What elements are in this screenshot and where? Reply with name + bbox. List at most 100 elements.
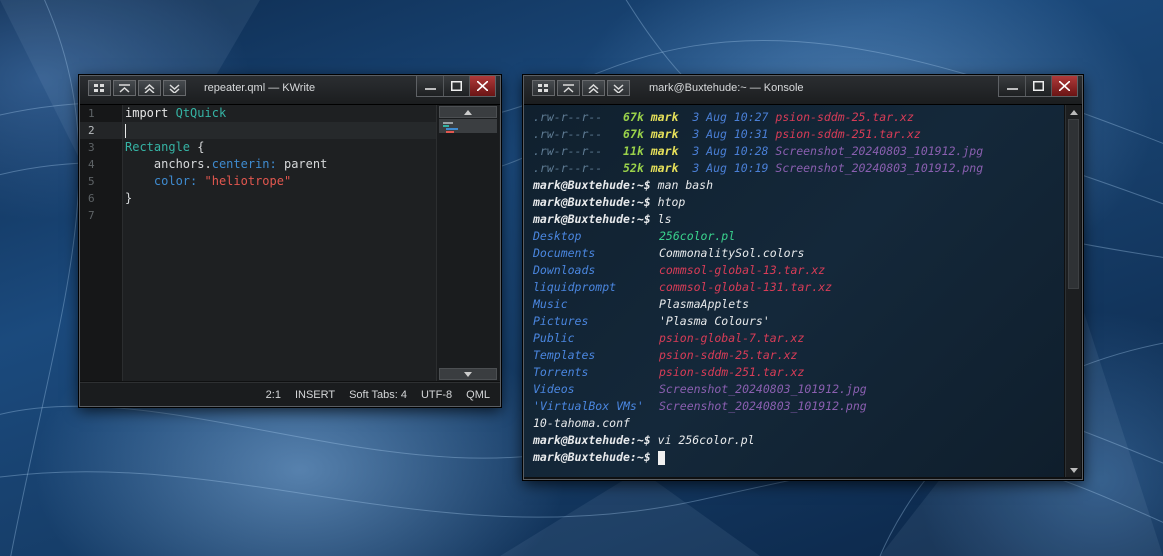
code-line: import QtQuick <box>123 105 436 122</box>
status-bar: 2:1 INSERT Soft Tabs: 4 UTF-8 QML <box>80 382 500 406</box>
prompt-line: mark@Buxtehude:~$ vi 256color.pl <box>533 432 755 449</box>
ls-entry: Screenshot_20240803_101912.png <box>659 399 867 413</box>
ls-row: Videos Screenshot_20240803_101912.jpg <box>533 381 867 398</box>
ls-row: Documents CommonalitySol.colors <box>533 245 804 262</box>
window-title: repeater.qml — KWrite <box>204 82 316 94</box>
shell-command: htop <box>657 195 686 209</box>
ls-entry: 256color.pl <box>659 229 736 243</box>
shell-prompt: mark@Buxtehude:~$ <box>533 178 651 192</box>
syntax-mode[interactable]: QML <box>466 389 490 401</box>
prompt-line: mark@Buxtehude:~$ man bash <box>533 177 713 194</box>
ls-entry: psion-global-7.tar.xz <box>659 331 805 345</box>
file-size: 52k <box>623 161 644 175</box>
ls-entry: 10-tahoma.conf <box>533 416 630 430</box>
file-owner: mark <box>650 161 679 175</box>
shell-prompt: mark@Buxtehude:~$ <box>533 212 651 226</box>
kwrite-titlebar[interactable]: repeater.qml — KWrite <box>80 76 500 105</box>
code-line-current <box>123 122 436 139</box>
ls-entry: Pictures <box>533 314 589 328</box>
shell-command: ls <box>657 212 672 226</box>
code-editor[interactable]: 1 2 3 4 5 6 7 import QtQuick Rectangle {… <box>80 105 500 381</box>
minimap-line <box>446 128 458 130</box>
scrollbar-thumb[interactable] <box>1068 119 1079 289</box>
ls-row: Torrents psion-sddm-251.tar.xz <box>533 364 804 381</box>
terminal-scrollbar[interactable] <box>1065 105 1081 477</box>
file-size: 11k <box>623 144 644 158</box>
file-name: Screenshot_20240803_101912.png <box>775 161 984 175</box>
scroll-up-icon[interactable] <box>1067 106 1080 118</box>
prompt-line: mark@Buxtehude:~$ htop <box>533 194 685 211</box>
file-permissions: .rw-r--r-- <box>533 110 603 124</box>
app-menu-icon[interactable] <box>532 80 555 96</box>
line-number: 4 <box>88 158 95 171</box>
shell-command: man bash <box>657 178 714 192</box>
ls-entry: 'VirtualBox VMs' <box>533 399 644 413</box>
cursor-position[interactable]: 2:1 <box>266 389 281 401</box>
keep-above-icon[interactable] <box>138 80 161 96</box>
code-line: } <box>123 190 436 207</box>
scroll-up-icon[interactable] <box>439 106 497 118</box>
ls-entry: psion-sddm-25.tar.xz <box>659 348 798 362</box>
ls-row: 10-tahoma.conf <box>533 415 659 432</box>
ls-entry: 'Plasma Colours' <box>659 314 770 328</box>
encoding-setting[interactable]: UTF-8 <box>421 389 452 401</box>
prompt-line: mark@Buxtehude:~$ <box>533 449 665 466</box>
konsole-window[interactable]: mark@Buxtehude:~ — Konsole .rw-r--r-- 67… <box>523 75 1083 480</box>
ls-entry: Desktop <box>533 229 582 243</box>
ls-row: Downloads commsol-global-13.tar.xz <box>533 262 825 279</box>
minimap-line <box>446 131 454 133</box>
line-number: 7 <box>88 209 95 222</box>
listing-row: .rw-r--r-- 67k mark 3 Aug 10:27 psion-sd… <box>533 109 914 126</box>
shade-icon[interactable] <box>607 80 630 96</box>
string-value: "heliotrope" <box>204 174 292 188</box>
keep-below-icon[interactable] <box>113 80 136 96</box>
file-owner: mark <box>650 127 679 141</box>
close-icon[interactable] <box>1051 76 1077 96</box>
minimap-line <box>443 122 453 124</box>
ls-entry: commsol-global-13.tar.xz <box>659 263 826 277</box>
keep-above-icon[interactable] <box>582 80 605 96</box>
property-name: color: <box>153 174 198 188</box>
ls-entry: liquidprompt <box>533 280 617 294</box>
shade-icon[interactable] <box>163 80 186 96</box>
code-text-area[interactable]: import QtQuick Rectangle { anchors.cente… <box>123 105 436 381</box>
maximize-icon[interactable] <box>443 76 469 96</box>
minimap-scrollbar[interactable] <box>436 105 499 381</box>
line-number: 1 <box>88 107 95 120</box>
listing-row: .rw-r--r-- 52k mark 3 Aug 10:19 Screensh… <box>533 160 983 177</box>
window-title: mark@Buxtehude:~ — Konsole <box>649 82 804 94</box>
app-menu-icon[interactable] <box>88 80 111 96</box>
code-line: Rectangle { <box>123 139 436 156</box>
shell-prompt: mark@Buxtehude:~$ <box>533 433 651 447</box>
shell-prompt: mark@Buxtehude:~$ <box>533 450 651 464</box>
scroll-down-icon[interactable] <box>439 368 497 380</box>
minimize-icon[interactable] <box>417 76 443 96</box>
file-size: 67k <box>623 110 644 124</box>
close-brace: } <box>125 191 133 205</box>
file-date: 3 Aug 10:31 <box>692 127 769 141</box>
line-number: 3 <box>88 141 95 154</box>
ls-entry: Documents <box>533 246 596 260</box>
line-number: 6 <box>88 192 95 205</box>
maximize-icon[interactable] <box>1025 76 1051 96</box>
prompt-line: mark@Buxtehude:~$ ls <box>533 211 672 228</box>
file-permissions: .rw-r--r-- <box>533 127 603 141</box>
ls-entry: Videos <box>533 382 575 396</box>
file-permissions: .rw-r--r-- <box>533 144 603 158</box>
ls-entry: commsol-global-131.tar.xz <box>659 280 833 294</box>
line-number: 5 <box>88 175 95 188</box>
ls-row: Music PlasmaApplets <box>533 296 749 313</box>
konsole-titlebar[interactable]: mark@Buxtehude:~ — Konsole <box>524 76 1082 105</box>
scroll-down-icon[interactable] <box>1067 464 1080 476</box>
ls-entry: Screenshot_20240803_101912.jpg <box>659 382 867 396</box>
kwrite-window[interactable]: repeater.qml — KWrite 1 2 3 4 5 6 7 impo… <box>79 75 501 407</box>
file-owner: mark <box>650 110 679 124</box>
minimize-icon[interactable] <box>999 76 1025 96</box>
open-brace: { <box>197 140 205 154</box>
close-icon[interactable] <box>469 76 495 96</box>
input-mode[interactable]: INSERT <box>295 389 335 401</box>
indentation-setting[interactable]: Soft Tabs: 4 <box>349 389 407 401</box>
keep-below-icon[interactable] <box>557 80 580 96</box>
terminal-output[interactable]: .rw-r--r-- 67k mark 3 Aug 10:27 psion-sd… <box>524 105 1064 477</box>
